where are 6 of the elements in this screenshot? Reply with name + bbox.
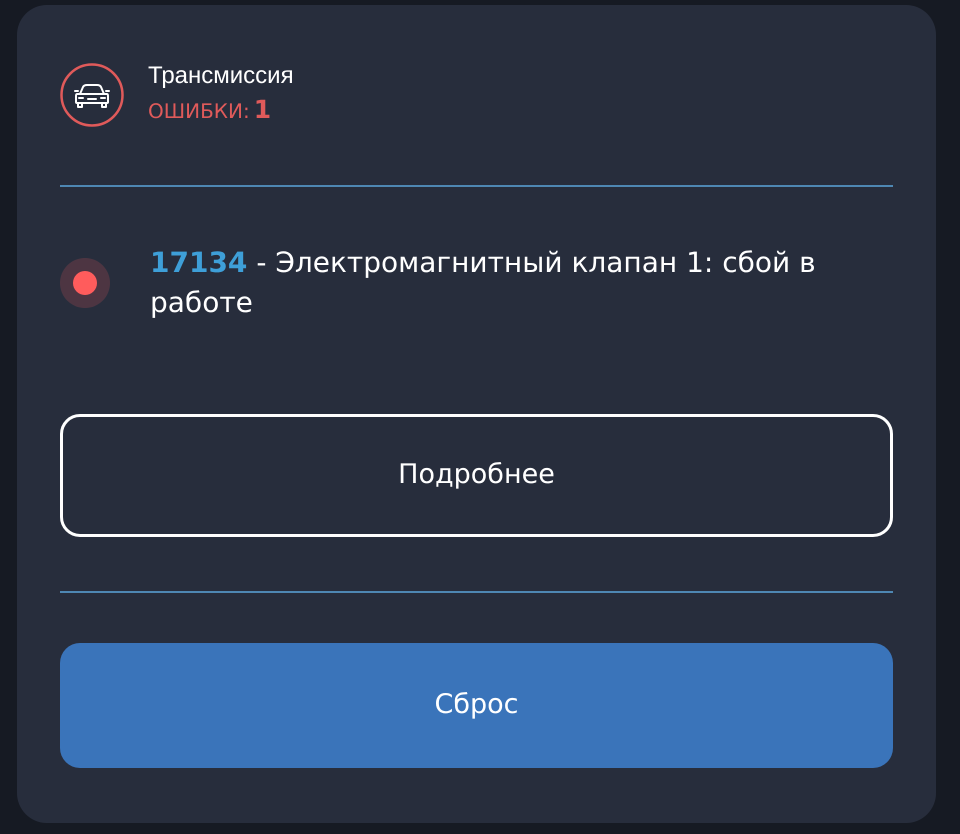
reset-button[interactable]: Сброс xyxy=(60,643,893,768)
car-icon xyxy=(60,62,124,126)
section-title: Трансмиссия xyxy=(148,61,294,91)
error-count: ОШИБКИ: 1 xyxy=(148,94,272,126)
details-button[interactable]: Подробнее xyxy=(60,414,893,537)
error-description: 17134 - Электромагнитный клапан 1: сбой в работе xyxy=(150,245,817,321)
